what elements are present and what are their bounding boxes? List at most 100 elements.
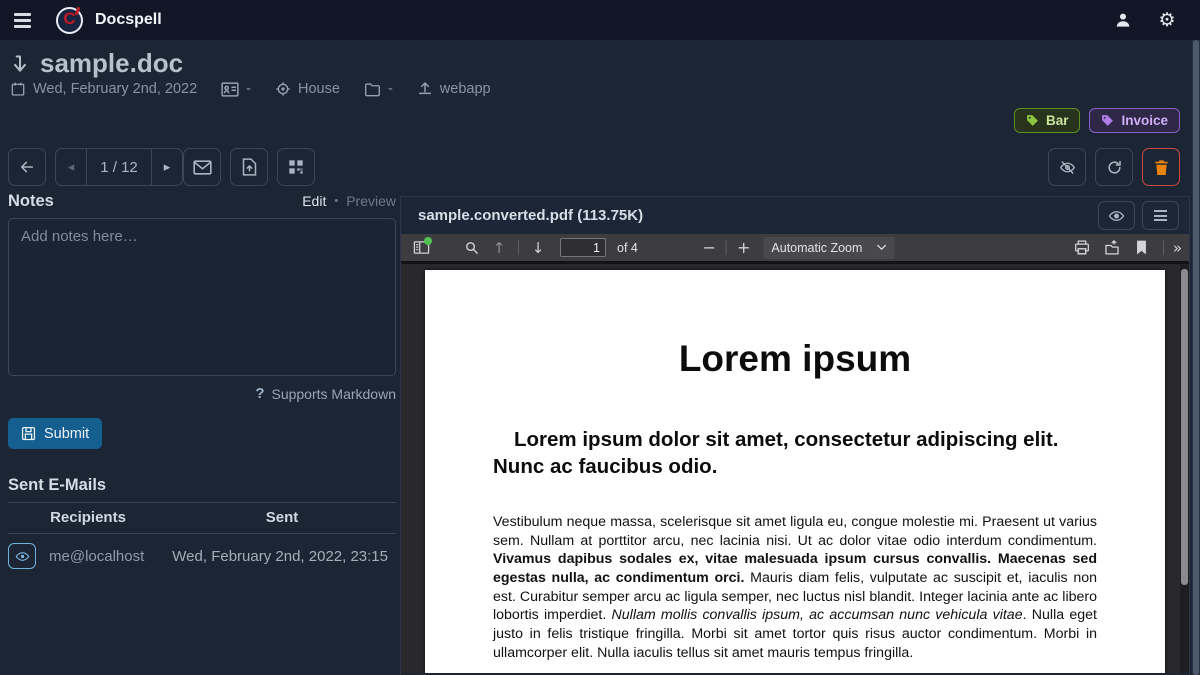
app-title: Docspell bbox=[95, 11, 162, 29]
submit-label: Submit bbox=[44, 426, 89, 442]
folder-icon bbox=[364, 82, 381, 97]
send-mail-button[interactable] bbox=[183, 148, 221, 186]
email-sent-date: Wed, February 2nd, 2022, 23:15 bbox=[172, 548, 388, 565]
pdf-viewer[interactable]: Lorem ipsum Lorem ipsum dolor sit amet, … bbox=[401, 264, 1189, 673]
pdf-page-down-button[interactable]: ↓ bbox=[526, 236, 550, 260]
page-scrollbar-thumb[interactable] bbox=[1193, 40, 1199, 675]
add-file-button[interactable] bbox=[230, 148, 268, 186]
document-date: Wed, February 2nd, 2022 bbox=[33, 81, 197, 97]
chevron-down-icon bbox=[876, 244, 886, 251]
pdf-print-button[interactable] bbox=[1070, 236, 1094, 260]
delete-button[interactable] bbox=[1142, 148, 1180, 186]
settings-gear-icon[interactable]: ⚙ bbox=[1156, 9, 1178, 31]
correspondent-value: - bbox=[246, 81, 251, 97]
notes-heading: Notes bbox=[8, 192, 54, 211]
menu-bars-icon bbox=[1154, 210, 1167, 221]
top-navbar: C Docspell ⚙ bbox=[0, 0, 1200, 40]
next-page-button[interactable]: ▸ bbox=[152, 149, 182, 185]
tag-label: Bar bbox=[1046, 113, 1069, 128]
magnifier-icon bbox=[464, 240, 479, 255]
view-email-button[interactable] bbox=[8, 543, 36, 569]
folder-value: - bbox=[388, 81, 393, 97]
arrow-left-icon bbox=[18, 159, 36, 175]
reprocess-button[interactable] bbox=[1095, 148, 1133, 186]
calendar-icon bbox=[10, 81, 26, 97]
eye-icon bbox=[15, 550, 30, 563]
crosshair-icon bbox=[275, 81, 291, 97]
pdf-page-up-button[interactable]: ↑ bbox=[487, 236, 511, 260]
question-icon: ? bbox=[255, 385, 264, 402]
pdf-more-tools-button[interactable]: » bbox=[1173, 239, 1181, 257]
tag-icon bbox=[1101, 114, 1114, 127]
tag-icon bbox=[1026, 114, 1039, 127]
prev-page-button[interactable]: ◂ bbox=[56, 149, 86, 185]
email-recipients: me@localhost bbox=[49, 548, 144, 565]
attachments-grid-button[interactable] bbox=[277, 148, 315, 186]
source-value: webapp bbox=[440, 81, 491, 97]
address-card-icon bbox=[221, 82, 239, 97]
unconfirm-button[interactable] bbox=[1048, 148, 1086, 186]
pdf-zoom-value: Automatic Zoom bbox=[771, 241, 862, 255]
notes-textarea[interactable] bbox=[8, 218, 396, 376]
attachment-pager: ◂ 1 / 12 ▸ bbox=[55, 148, 183, 186]
attachment-panel: sample.converted.pdf (113.75K) ↑ ↓ of bbox=[400, 196, 1190, 675]
column-recipients: Recipients bbox=[8, 509, 168, 526]
envelope-icon bbox=[193, 160, 212, 175]
refresh-icon bbox=[1106, 159, 1123, 176]
bookmark-icon bbox=[1136, 240, 1147, 255]
attachment-file-label: sample.converted.pdf (113.75K) bbox=[418, 207, 643, 224]
document-meta: Wed, February 2nd, 2022 - House - webapp bbox=[10, 81, 491, 97]
page-scrollbar[interactable] bbox=[1192, 40, 1200, 675]
sent-email-row: me@localhost Wed, February 2nd, 2022, 23… bbox=[8, 543, 396, 569]
tag-chip-invoice[interactable]: Invoice bbox=[1089, 108, 1180, 133]
notes-preview-link[interactable]: Preview bbox=[346, 193, 396, 209]
hamburger-menu-icon[interactable] bbox=[2, 0, 42, 40]
concerning-value: House bbox=[298, 81, 340, 97]
docspell-logo[interactable]: C bbox=[56, 7, 83, 34]
column-sent: Sent bbox=[168, 509, 396, 526]
pdf-zoom-in-button[interactable]: + bbox=[730, 238, 757, 257]
pdf-doc-paragraph: Vestibulum neque massa, scelerisque sit … bbox=[493, 513, 1097, 662]
tag-label: Invoice bbox=[1121, 113, 1168, 128]
pdf-download-button[interactable] bbox=[1100, 236, 1124, 260]
eye-icon bbox=[1108, 209, 1125, 223]
sent-emails-table: Recipients Sent me@localhost Wed, Februa… bbox=[8, 503, 396, 569]
tags-row: Bar Invoice bbox=[1014, 108, 1180, 133]
submit-notes-button[interactable]: Submit bbox=[8, 418, 102, 449]
pdfjs-toolbar: ↑ ↓ of 4 − + Automatic Zoom bbox=[401, 234, 1189, 264]
attachment-menu-button[interactable] bbox=[1142, 201, 1179, 230]
save-icon bbox=[21, 426, 36, 441]
pdf-zoom-select[interactable]: Automatic Zoom bbox=[763, 237, 894, 259]
printer-icon bbox=[1074, 240, 1090, 255]
separator-dot: • bbox=[334, 195, 338, 207]
notes-edit-link[interactable]: Edit bbox=[302, 193, 326, 209]
file-upload-icon bbox=[242, 158, 257, 176]
markdown-hint: Supports Markdown bbox=[271, 386, 396, 402]
item-toolbar: ◂ 1 / 12 ▸ bbox=[8, 148, 1180, 186]
sent-emails-heading: Sent E-Mails bbox=[8, 476, 396, 503]
pdf-scrollbar-thumb[interactable] bbox=[1181, 269, 1188, 585]
user-icon[interactable] bbox=[1112, 9, 1134, 31]
sidebar-notification-dot bbox=[424, 237, 432, 245]
qr-grid-icon bbox=[288, 159, 304, 175]
back-button[interactable] bbox=[8, 148, 46, 186]
tag-chip-bar[interactable]: Bar bbox=[1014, 108, 1081, 133]
trash-icon bbox=[1154, 159, 1169, 176]
pdf-search-button[interactable] bbox=[459, 236, 483, 260]
save-download-icon bbox=[1104, 240, 1120, 255]
pdf-bookmark-button[interactable] bbox=[1130, 236, 1154, 260]
page-indicator: 1 / 12 bbox=[86, 149, 152, 185]
pdf-page: Lorem ipsum Lorem ipsum dolor sit amet, … bbox=[425, 270, 1165, 673]
download-arrow-icon bbox=[10, 53, 30, 75]
eye-slash-icon bbox=[1058, 159, 1077, 176]
pdf-page-count: of 4 bbox=[617, 241, 638, 255]
pdf-page-input[interactable] bbox=[560, 238, 606, 257]
pdf-doc-subtitle: Lorem ipsum dolor sit amet, consectetur … bbox=[493, 426, 1097, 480]
pdf-sidebar-toggle-button[interactable] bbox=[409, 236, 433, 260]
pdf-scrollbar[interactable] bbox=[1180, 264, 1189, 673]
pdf-zoom-out-button[interactable]: − bbox=[696, 238, 723, 257]
upload-icon bbox=[417, 81, 433, 97]
pdf-doc-title: Lorem ipsum bbox=[425, 338, 1165, 380]
document-title: sample.doc bbox=[40, 48, 183, 79]
preview-toggle-button[interactable] bbox=[1098, 201, 1135, 230]
